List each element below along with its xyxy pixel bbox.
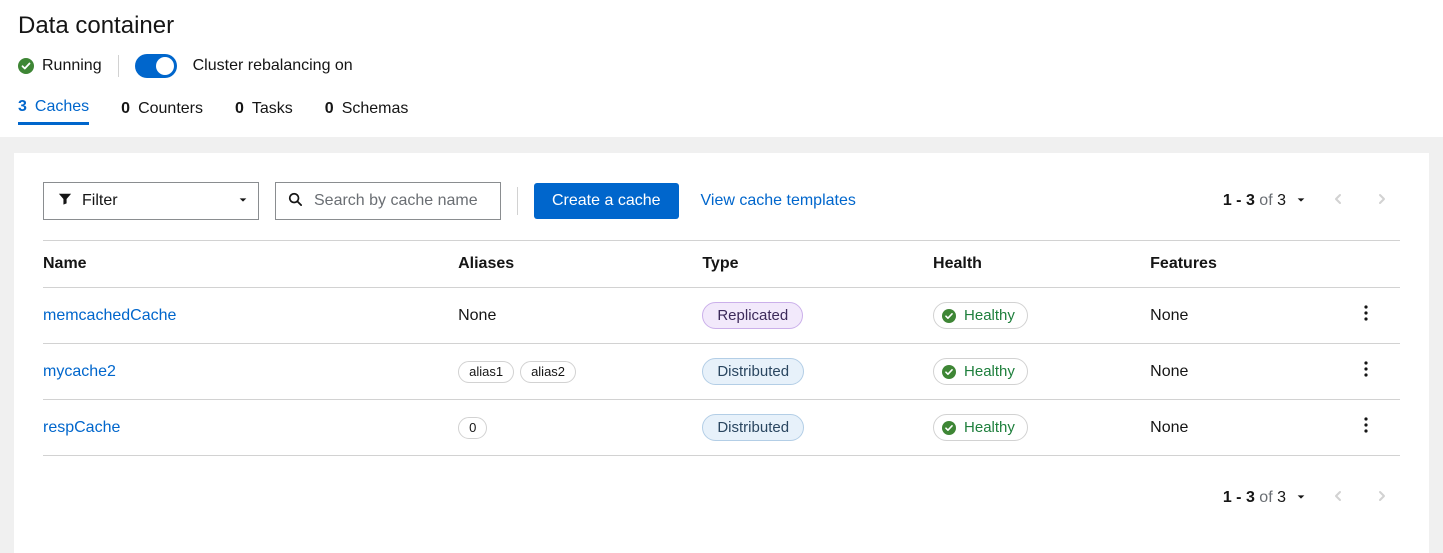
search-input[interactable] [312,191,488,211]
status-row: Running Cluster rebalancing on [18,54,1425,78]
features-value: None [1150,307,1188,324]
filter-label: Filter [82,192,118,210]
search-input-wrapper[interactable] [275,182,501,220]
pager-top: 1 - 3 of 3 [1217,183,1400,219]
tab-counters-count: 0 [121,100,130,118]
table-row: mycache2 alias1 alias2 Distributed Health… [43,344,1400,400]
cache-name-link[interactable]: respCache [43,419,120,436]
rebalancing-toggle[interactable] [135,54,177,78]
check-circle-icon [18,58,34,74]
page-title: Data container [18,12,1425,40]
tab-counters[interactable]: 0 Counters [121,92,203,125]
alias-chip: alias2 [520,361,576,383]
alias-chip: 0 [458,417,487,439]
pager-total: 3 [1277,489,1286,506]
page-range-dropdown[interactable]: 1 - 3 of 3 [1217,489,1312,507]
type-badge: Distributed [702,358,804,385]
type-badge: Replicated [702,302,803,329]
table-header-row: Name Aliases Type Health Features [43,241,1400,288]
tab-caches-label: Caches [35,98,89,116]
col-aliases[interactable]: Aliases [450,241,694,288]
row-actions-kebab[interactable] [1340,361,1392,382]
kebab-icon [1364,305,1368,326]
search-icon [288,192,302,211]
features-value: None [1150,419,1188,436]
pager-prev[interactable] [1320,480,1356,516]
col-name[interactable]: Name [43,241,450,288]
check-circle-icon [942,309,956,323]
row-actions-kebab[interactable] [1340,417,1392,438]
chevron-right-icon [1376,192,1388,210]
alias-chips: 0 [458,417,686,439]
filter-dropdown[interactable]: Filter [43,182,259,220]
running-status: Running [18,57,102,75]
page-range-dropdown[interactable]: 1 - 3 of 3 [1217,192,1312,210]
row-actions-kebab[interactable] [1340,305,1392,326]
running-status-label: Running [42,57,102,75]
check-circle-icon [942,365,956,379]
tab-tasks-label: Tasks [252,100,293,118]
pager-of: of [1259,192,1272,209]
pager-total: 3 [1277,192,1286,209]
tab-tasks-count: 0 [235,100,244,118]
cache-name-link[interactable]: mycache2 [43,363,116,380]
chevron-right-icon [1376,489,1388,507]
funnel-icon [58,192,72,211]
rebalancing-toggle-label: Cluster rebalancing on [193,57,353,75]
caret-down-icon [1296,489,1306,507]
tab-caches-count: 3 [18,98,27,116]
type-badge: Distributed [702,414,804,441]
features-value: None [1150,363,1188,380]
tab-schemas-count: 0 [325,100,334,118]
pager-next[interactable] [1364,480,1400,516]
caret-down-icon [238,192,248,210]
vertical-divider [118,55,119,77]
pager-prev[interactable] [1320,183,1356,219]
cache-table: Name Aliases Type Health Features memcac… [43,240,1400,456]
kebab-icon [1364,417,1368,438]
chevron-left-icon [1332,489,1344,507]
tab-caches[interactable]: 3 Caches [18,92,89,125]
view-templates-link[interactable]: View cache templates [695,192,862,210]
table-row: memcachedCache None Replicated Healthy N… [43,288,1400,344]
kebab-icon [1364,361,1368,382]
caret-down-icon [1296,192,1306,210]
col-health[interactable]: Health [925,241,1142,288]
alias-chip: alias1 [458,361,514,383]
check-circle-icon [942,421,956,435]
health-label: Healthy [964,419,1015,436]
pager-range: 1 - 3 [1223,192,1255,209]
tab-schemas-label: Schemas [342,100,409,118]
tab-schemas[interactable]: 0 Schemas [325,92,409,125]
pager-of: of [1259,489,1272,506]
create-cache-button[interactable]: Create a cache [534,183,679,219]
chevron-left-icon [1332,192,1344,210]
pager-next[interactable] [1364,183,1400,219]
tab-bar: 3 Caches 0 Counters 0 Tasks 0 Schemas [18,92,1425,125]
pager-bottom: 1 - 3 of 3 [1217,480,1400,516]
health-badge: Healthy [933,358,1028,385]
col-type[interactable]: Type [694,241,925,288]
toolbar-divider [517,187,518,215]
pager-range: 1 - 3 [1223,489,1255,506]
table-row: respCache 0 Distributed Healthy None [43,400,1400,456]
health-badge: Healthy [933,302,1028,329]
toolbar: Filter Create a cache View cache templat… [43,182,1400,220]
tab-tasks[interactable]: 0 Tasks [235,92,293,125]
health-label: Healthy [964,363,1015,380]
alias-chips: alias1 alias2 [458,361,686,383]
cache-name-link[interactable]: memcachedCache [43,307,176,324]
col-features[interactable]: Features [1142,241,1332,288]
health-label: Healthy [964,307,1015,324]
tab-counters-label: Counters [138,100,203,118]
health-badge: Healthy [933,414,1028,441]
aliases-none: None [450,288,694,344]
